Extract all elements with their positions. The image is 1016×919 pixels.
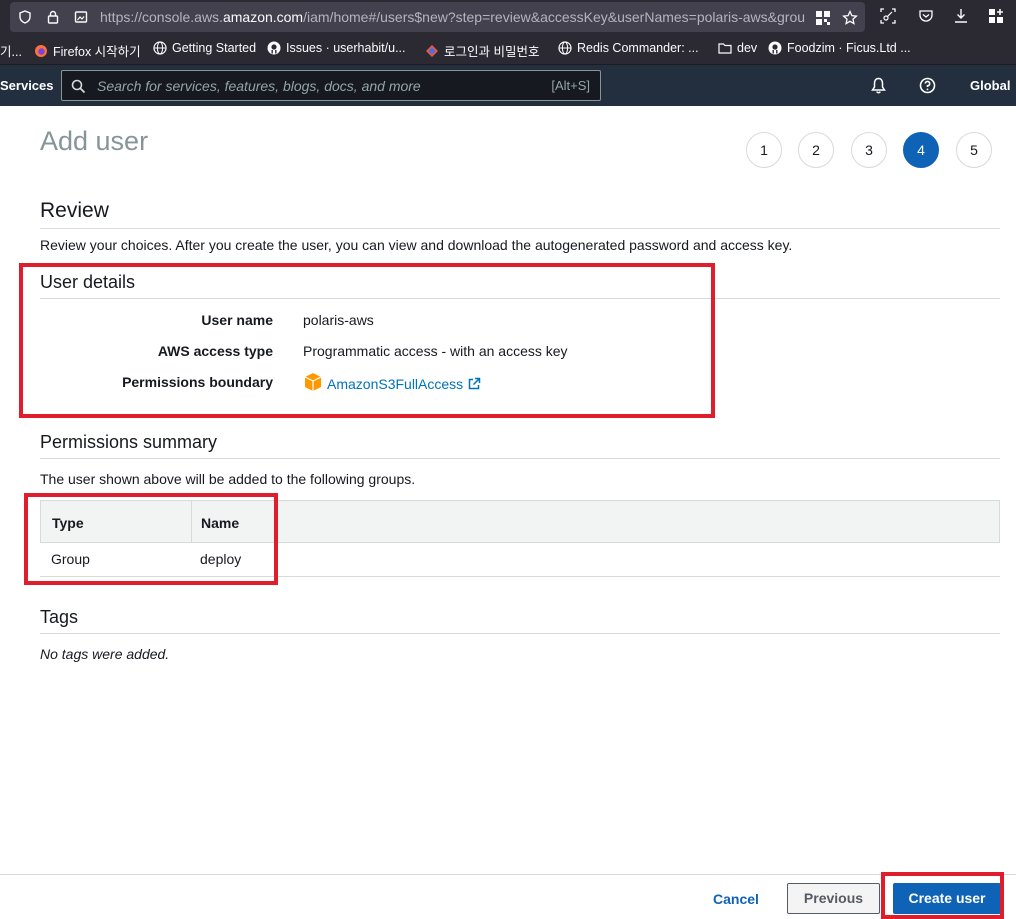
bookmark-label: Issues · userhabit/u...: [286, 41, 406, 55]
help-icon[interactable]: [919, 77, 936, 94]
lock-icon[interactable]: [46, 10, 60, 24]
previous-button[interactable]: Previous: [787, 883, 880, 914]
wizard-step-4-active[interactable]: 4: [903, 132, 939, 168]
bookmark-label: Redis Commander: ...: [577, 41, 699, 55]
extensions-icon[interactable]: [988, 8, 1004, 24]
github-icon: [768, 41, 782, 55]
wizard-step-1[interactable]: 1: [746, 132, 782, 168]
bookmark-item[interactable]: 로그인과 비밀번호: [425, 41, 539, 60]
address-bar[interactable]: https://console.aws.amazon.com/iam/home#…: [10, 2, 865, 32]
footer-divider: [0, 874, 1016, 875]
cancel-button[interactable]: Cancel: [700, 884, 772, 914]
bell-icon[interactable]: [870, 77, 887, 94]
pocket-icon[interactable]: [918, 8, 934, 24]
permissions-summary-heading: Permissions summary: [40, 432, 218, 452]
highlight-box-create-user: [881, 872, 1004, 919]
divider: [40, 228, 1000, 229]
bookmark-item[interactable]: 기...: [0, 41, 22, 60]
wizard-step-5[interactable]: 5: [956, 132, 992, 168]
bookmark-item[interactable]: Issues · userhabit/u...: [267, 41, 406, 55]
highlight-box-user-details: [19, 263, 715, 418]
screenshot-icon[interactable]: [880, 8, 896, 24]
review-heading: Review: [40, 199, 109, 222]
bookmark-label: Foodzim · Ficus.Ltd ...: [787, 41, 911, 55]
review-description: Review your choices. After you create th…: [40, 237, 793, 253]
divider: [40, 458, 1000, 459]
tags-heading: Tags: [40, 607, 79, 627]
no-tags-text: No tags were added.: [40, 646, 170, 662]
shield-icon[interactable]: [18, 10, 32, 24]
highlight-box-groups: [24, 493, 278, 585]
bookmark-item[interactable]: Getting Started: [153, 41, 256, 55]
wizard-step-2[interactable]: 2: [798, 132, 834, 168]
qr-code-icon[interactable]: [815, 10, 831, 26]
github-icon: [267, 41, 281, 55]
region-selector[interactable]: Global: [970, 78, 1010, 93]
url-text[interactable]: https://console.aws.amazon.com/iam/home#…: [100, 9, 820, 25]
search-input[interactable]: Search for services, features, blogs, do…: [61, 70, 601, 101]
bookmark-star-icon[interactable]: [842, 10, 858, 26]
bookmark-folder[interactable]: dev: [718, 41, 757, 55]
services-menu[interactable]: Services: [0, 78, 54, 93]
firefox-icon: [35, 44, 47, 57]
page-icon: [74, 11, 88, 23]
bookmark-label: Firefox 시작하기: [53, 45, 141, 59]
bookmark-item[interactable]: Firefox 시작하기: [34, 41, 141, 60]
globe-icon: [153, 41, 167, 55]
divider: [40, 633, 1000, 634]
globe-icon: [558, 41, 572, 55]
download-icon[interactable]: [953, 8, 969, 24]
bookmark-label: Getting Started: [172, 41, 257, 55]
bookmark-item[interactable]: Redis Commander: ...: [558, 41, 699, 55]
search-shortcut: [Alt+S]: [551, 78, 590, 93]
wizard-step-3[interactable]: 3: [851, 132, 887, 168]
bookmark-label: dev: [737, 41, 758, 55]
bookmark-item[interactable]: Foodzim · Ficus.Ltd ...: [768, 41, 911, 55]
diamond-icon: [426, 44, 438, 57]
browser-toolbar: https://console.aws.amazon.com/iam/home#…: [0, 0, 1016, 33]
page-title: Add user: [40, 126, 149, 156]
aws-console-nav: Services Search for services, features, …: [0, 65, 1016, 106]
search-icon: [71, 79, 86, 94]
bookmark-label: 로그인과 비밀번호: [444, 45, 540, 59]
folder-icon: [718, 43, 732, 54]
bookmarks-bar: 기... Firefox 시작하기 Getting Started Issues…: [0, 33, 1016, 65]
permissions-summary-description: The user shown above will be added to th…: [40, 471, 416, 487]
search-placeholder: Search for services, features, blogs, do…: [97, 78, 421, 94]
bookmark-label: 기...: [0, 45, 22, 59]
